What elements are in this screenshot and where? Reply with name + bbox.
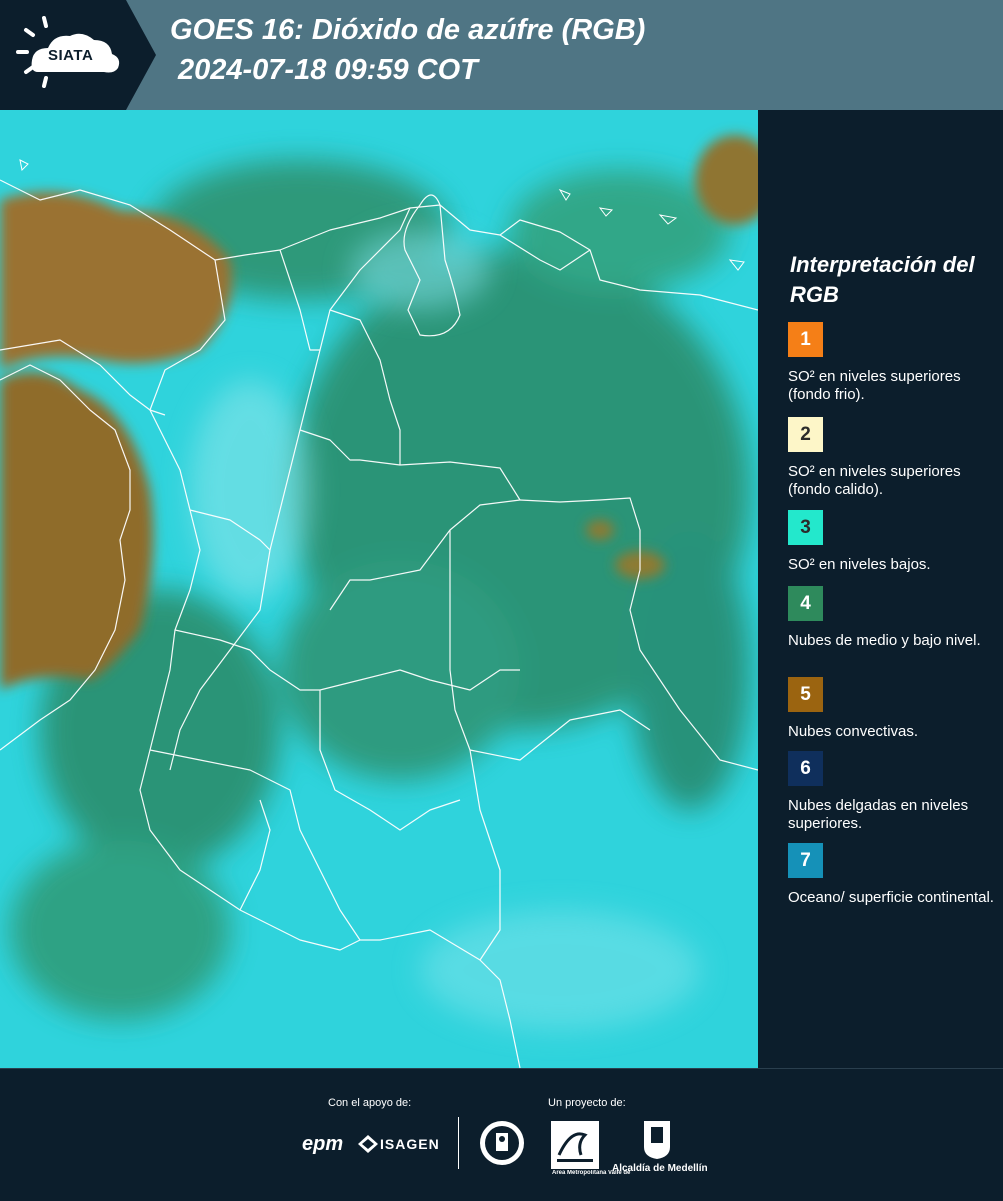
legend-label: SO² en niveles superiores (fondo frio). [788,368,961,403]
footer: Con el apoyo de: Un proyecto de: epm ISA… [0,1068,1003,1201]
legend-panel: Interpretación del RGB 1 SO² en niveles … [760,110,1003,1068]
legend-label: Nubes delgadas en niveles superiores. [788,797,969,832]
legend-swatch: 3 [788,510,823,545]
support-label: Con el apoyo de: [328,1097,412,1109]
area-metropolitana-logo [551,1121,599,1174]
legend-swatch: 6 [788,751,823,786]
footer-divider [458,1117,459,1169]
legend-item: 3 SO² en niveles bajos. [788,510,998,574]
legend-item: 1 SO² en niveles superiores (fondo frio)… [788,322,998,404]
logo-text: SIATA [48,47,94,64]
project-label: Un proyecto de: [548,1097,626,1109]
legend-swatch: 2 [788,417,823,452]
legend-item: 5 Nubes convectivas. [788,677,998,741]
epm-logo: epm [302,1133,344,1155]
legend-swatch: 7 [788,843,823,878]
siata-logo: SIATA [0,0,158,110]
legend-swatch: 4 [788,586,823,621]
alcaldia-text: Alcaldía de Medellín [612,1163,708,1174]
legend-item: 6 Nubes delgadas en niveles superiores. [788,751,998,833]
legend-swatch: 5 [788,677,823,712]
legend-label: Nubes convectivas. [788,723,919,740]
timestamp: 2024-07-18 09:59 COT [178,54,478,86]
satellite-map [0,110,760,1068]
legend-item: 2 SO² en niveles superiores (fondo calid… [788,417,998,499]
header-bar: SIATA GOES 16: Dióxido de azúfre (RGB) 2… [0,0,1003,110]
legend-item: 7 Oceano/ superficie continental. [788,843,998,907]
legend-title: Interpretación del RGB [790,252,975,307]
legend-label: SO² en niveles bajos. [788,556,931,573]
alcaldia-emblem-icon [642,1119,672,1166]
legend-label: Oceano/ superficie continental. [788,889,994,906]
medellin-seal-icon [478,1119,526,1172]
page-title: GOES 16: Dióxido de azúfre (RGB) [170,14,646,46]
isagen-icon [358,1135,378,1158]
isagen-logo: ISAGEN [380,1136,440,1152]
legend-label: SO² en niveles superiores (fondo calido)… [788,463,961,498]
legend-swatch: 1 [788,322,823,357]
legend-label: Nubes de medio y bajo nivel. [788,632,981,649]
legend-item: 4 Nubes de medio y bajo nivel. [788,586,998,650]
